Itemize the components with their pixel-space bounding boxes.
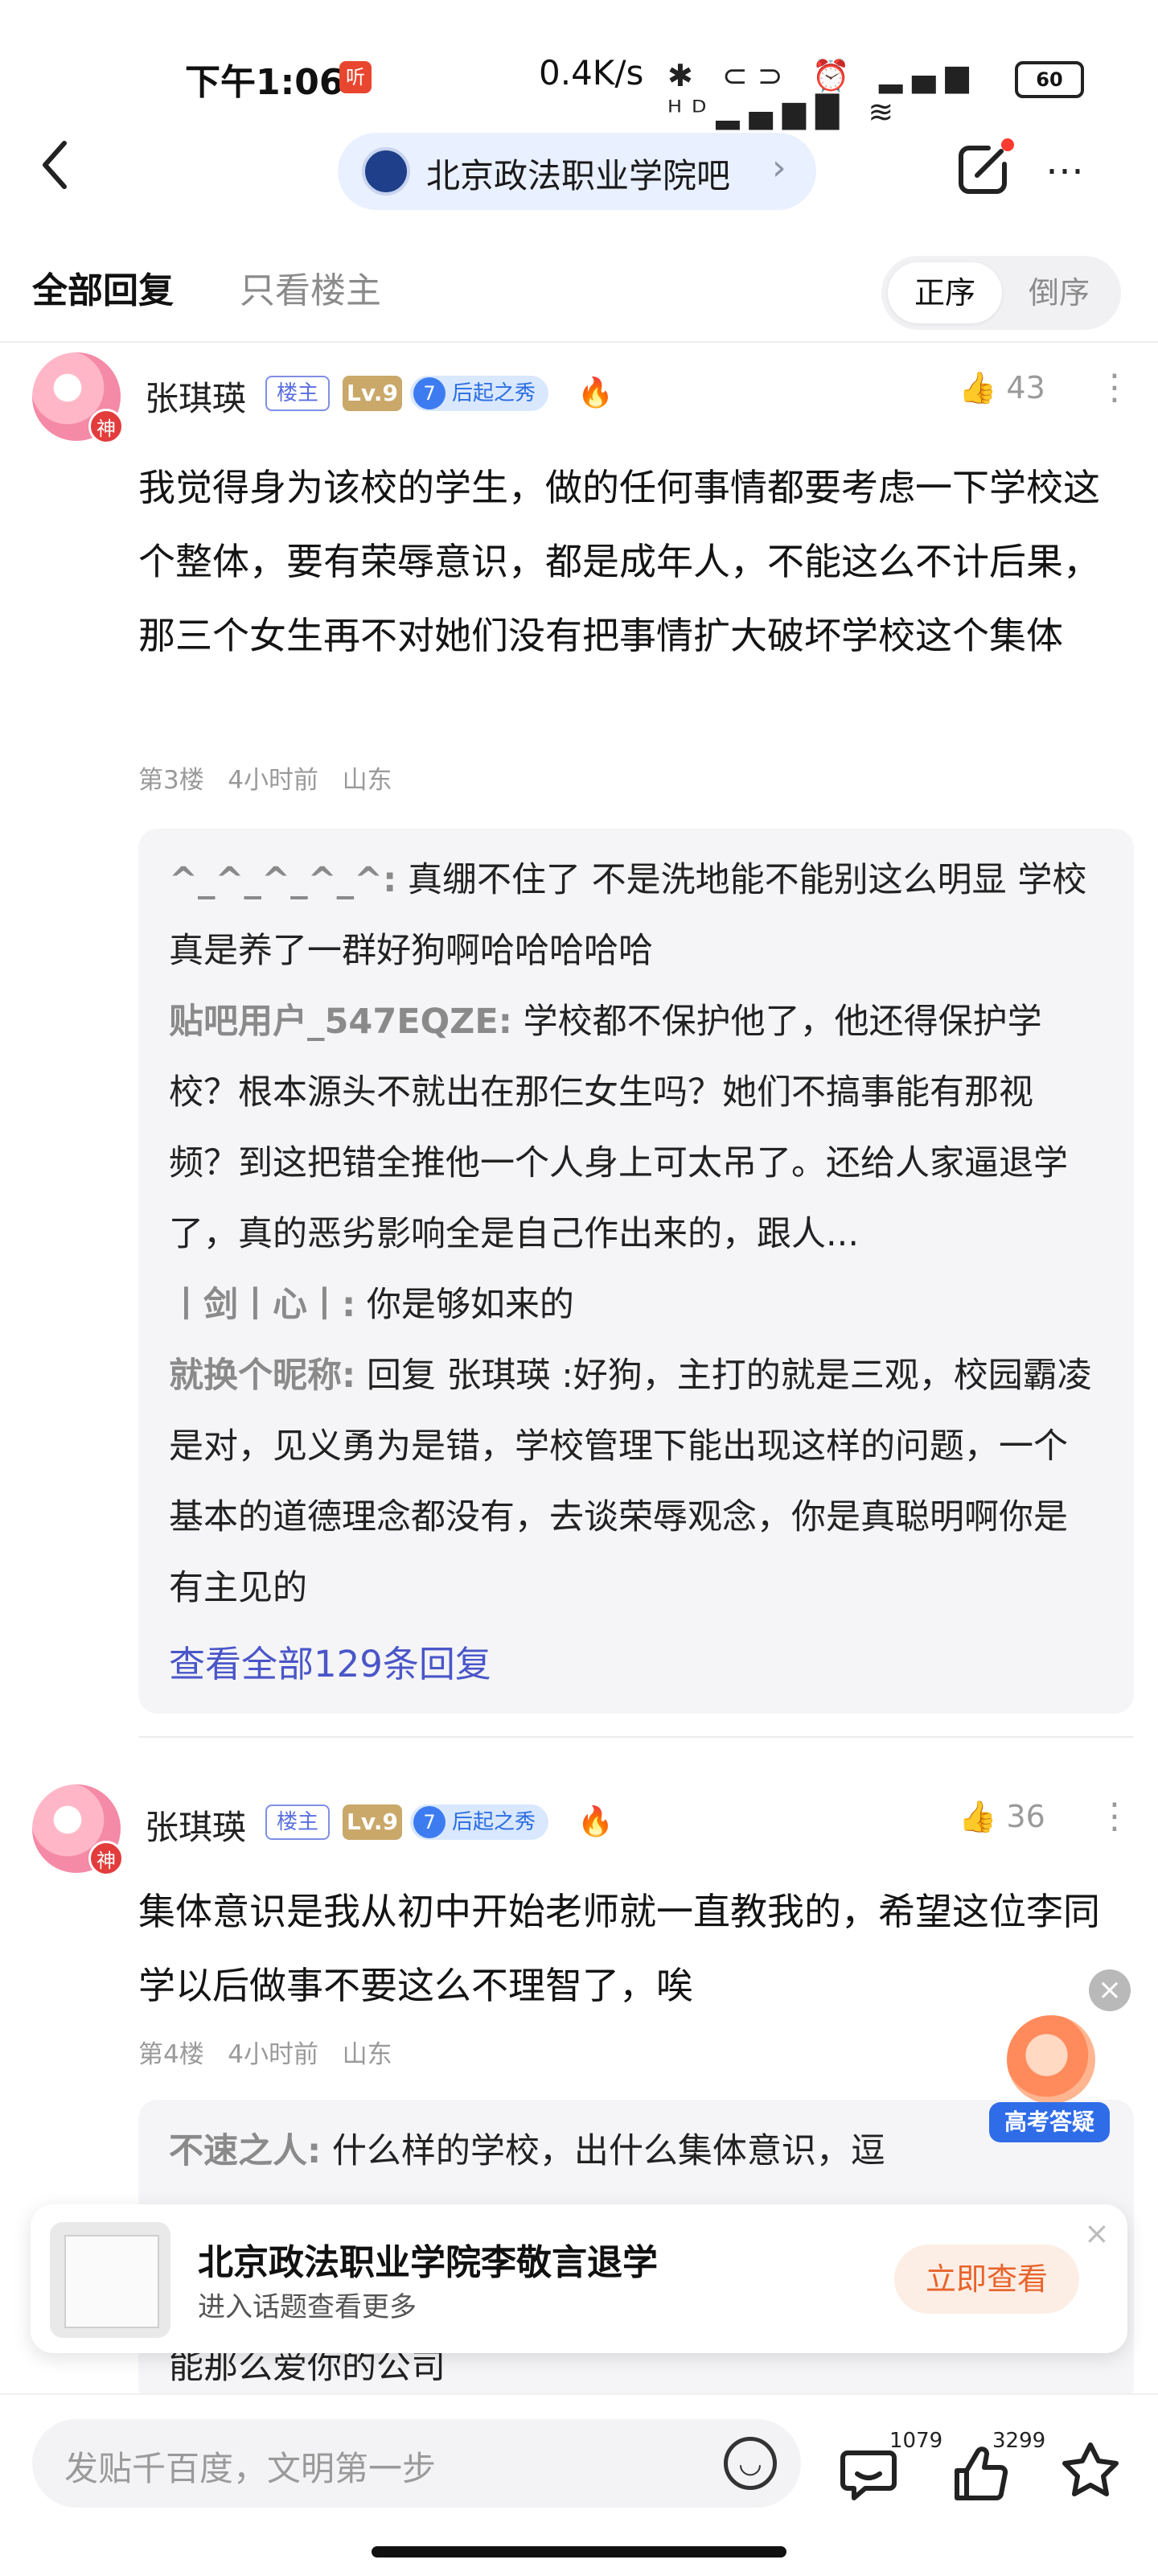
post-content: 集体意识是我从初中开始老师就一直教我的，希望这位李同学以后做事不要这么不理智了，…: [138, 1890, 1100, 2007]
sort-descending-button[interactable]: 倒序: [1002, 262, 1116, 323]
op-badge: 楼主: [265, 1804, 331, 1840]
reply-item[interactable]: ^_^_^_^_^: 真绷不住了 不是洗地能不能别这么明显 学校真是养了一群好狗…: [169, 845, 1102, 986]
title-badge: 7 后起之秀: [410, 376, 549, 411]
god-badge: 神: [88, 1841, 124, 1876]
title-badge-level: 7: [413, 377, 446, 409]
close-promo-button[interactable]: ×: [1089, 1969, 1131, 2011]
document-icon: [64, 2235, 159, 2328]
post-menu-button[interactable]: ⋮: [1097, 370, 1132, 405]
username[interactable]: 张琪瑛: [145, 372, 246, 421]
close-topic-button[interactable]: ×: [1084, 2216, 1110, 2251]
post-meta: 第3楼 4小时前 山东: [138, 759, 392, 796]
god-badge: 神: [88, 409, 124, 444]
title-badge-level: 7: [413, 1806, 446, 1838]
tab-all-replies[interactable]: 全部回复: [32, 261, 174, 313]
promo-label: 高考答疑: [989, 2102, 1110, 2142]
reply-list: ^_^_^_^_^: 真绷不住了 不是洗地能不能别这么明显 学校真是养了一群好狗…: [138, 829, 1134, 1714]
like-button[interactable]: 👍 43: [959, 370, 1045, 406]
username[interactable]: 张琪瑛: [145, 1800, 246, 1850]
topic-card[interactable]: 北京政法职业学院李敬言退学 进入话题查看更多 立即查看 ×: [31, 2204, 1127, 2353]
post-time: 4小时前: [228, 766, 319, 795]
reply-author[interactable]: ^_^_^_^_^:: [169, 860, 396, 900]
reply-author[interactable]: 贴吧用户_547EQZE:: [169, 1002, 512, 1042]
chevron-left-icon: [43, 141, 67, 189]
favorite-button[interactable]: [1058, 2438, 1131, 2511]
title-badge-label: 后起之秀: [452, 381, 536, 405]
like-button[interactable]: 👍 36: [959, 1799, 1045, 1835]
fire-icon: 🔥: [577, 377, 614, 409]
back-button[interactable]: [39, 137, 87, 201]
reply-author[interactable]: 就换个昵称:: [169, 1356, 355, 1396]
avatar[interactable]: 神: [32, 1784, 124, 1876]
reply-author[interactable]: 丨剑丨心丨:: [169, 1285, 355, 1325]
topic-subtitle: 进入话题查看更多: [198, 2291, 417, 2323]
megaphone-icon: [1007, 2015, 1095, 2104]
status-icons: ✱ ⊂⊃ ⏰ ▂▄▆ ᴴᴰ▂▄▆█ ≋: [667, 58, 979, 130]
home-indicator[interactable]: [372, 2546, 786, 2557]
sort-toggle: 正序 倒序: [881, 256, 1121, 330]
divider: [0, 341, 1158, 343]
post-content: 我觉得身为该校的学生，做的任何事情都要考虑一下学校这个整体，要有荣辱意识，都是成…: [138, 466, 1100, 657]
forum-name: 北京政法职业学院吧: [426, 156, 731, 195]
thread-like-button[interactable]: 3299: [947, 2429, 1045, 2508]
forum-logo-icon: [362, 147, 410, 195]
fire-icon: 🔥: [577, 1805, 614, 1838]
thumbs-up-icon: 👍: [959, 370, 997, 405]
reply-item[interactable]: 不速之人: 什么样的学校，出什么集体意识，逗: [169, 2116, 1102, 2187]
emoji-button[interactable]: ◡: [724, 2437, 777, 2490]
reply-item[interactable]: 就换个昵称: 回复 张琪瑛 :好狗，主打的就是三观，校园霸凌是对，见义勇为是错，…: [169, 1340, 1102, 1623]
like-count: 3299: [992, 2429, 1046, 2453]
reply-input[interactable]: 发贴千百度，文明第一步 ◡: [32, 2419, 801, 2508]
like-count: 36: [1006, 1799, 1045, 1834]
topic-title: 北京政法职业学院李敬言退学: [198, 2242, 658, 2283]
battery-icon: 60: [1015, 61, 1084, 98]
reply-author[interactable]: 不速之人:: [169, 2131, 321, 2171]
topic-thumbnail: [50, 2222, 170, 2338]
network-speed: 0.4K/s: [539, 53, 644, 93]
star-icon: [1062, 2442, 1119, 2496]
like-count: 43: [1006, 370, 1045, 405]
level-badge: Lv.9: [343, 376, 402, 411]
title-badge-label: 后起之秀: [452, 1810, 536, 1834]
comment-button[interactable]: 1079: [836, 2429, 942, 2508]
chevron-right-icon: ›: [772, 147, 786, 188]
more-button[interactable]: ⋯: [1045, 146, 1110, 195]
op-badge: 楼主: [265, 376, 331, 411]
reply-input-placeholder: 发贴千百度，文明第一步: [64, 2449, 437, 2488]
post-location: 山东: [342, 766, 392, 795]
reply-item[interactable]: 丨剑丨心丨: 你是够如来的: [169, 1269, 1102, 1340]
floor: 第3楼: [138, 766, 204, 795]
promo-float[interactable]: 高考答疑: [989, 2015, 1110, 2144]
divider: [138, 1736, 1134, 1738]
view-all-replies-link[interactable]: 查看全部129条回复: [169, 1635, 491, 1687]
post-time: 4小时前: [228, 2040, 319, 2069]
comment-count: 1079: [889, 2429, 943, 2453]
floor: 第4楼: [138, 2040, 204, 2069]
post-menu-button[interactable]: ⋮: [1097, 1799, 1132, 1834]
status-time: 下午1:06: [185, 62, 344, 103]
reply-text: 什么样的学校，出什么集体意识，逗: [321, 2131, 885, 2171]
reply-item[interactable]: 贴吧用户_547EQZE: 学校都不保护他了，他还得保护学校？根本源头不就出在那…: [169, 986, 1102, 1269]
avatar[interactable]: 神: [32, 352, 124, 444]
sort-ascending-button[interactable]: 正序: [888, 262, 1002, 323]
status-bar: 下午1:06 听 0.4K/s ✱ ⊂⊃ ⏰ ▂▄▆ ᴴᴰ▂▄▆█ ≋ 60: [0, 0, 1158, 137]
title-badge: 7 后起之秀: [410, 1804, 549, 1840]
view-now-button[interactable]: 立即查看: [894, 2245, 1079, 2314]
level-badge: Lv.9: [343, 1804, 402, 1840]
tab-only-op[interactable]: 只看楼主: [240, 261, 381, 313]
forum-link[interactable]: 北京政法职业学院吧 ›: [338, 133, 816, 210]
post-meta: 第4楼 4小时前 山东: [138, 2034, 392, 2070]
listen-badge: 听: [339, 61, 372, 93]
post-location: 山东: [342, 2040, 392, 2069]
notification-dot: [1001, 138, 1014, 151]
thumbs-up-icon: 👍: [959, 1799, 997, 1834]
reply-text: 你是够如来的: [355, 1285, 574, 1325]
